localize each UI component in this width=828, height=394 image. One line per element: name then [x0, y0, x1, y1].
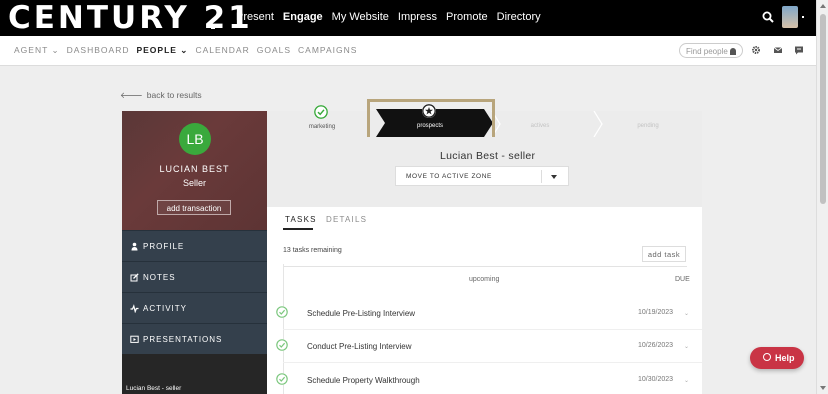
add-transaction-button[interactable]: add transaction: [157, 200, 231, 215]
nav-calendar[interactable]: CALENDAR: [195, 45, 249, 56]
chevron-down-icon[interactable]: ⌄: [684, 310, 689, 317]
sidebar-item-label: ACTIVITY: [143, 304, 188, 313]
top-nav-promote[interactable]: Promote: [446, 11, 488, 23]
chat-bubble-icon: [763, 353, 771, 361]
arrow-left-icon: 🡐: [120, 90, 143, 100]
profile-header: LB LUCIAN BEST Seller add transaction: [122, 111, 267, 230]
tasks-remaining-count: 13 tasks remaining: [283, 247, 342, 254]
caret-down-icon[interactable]: [551, 175, 557, 179]
sidebar-footer: Lucian Best - seller: [122, 354, 267, 394]
move-zone-label: MOVE TO ACTIVE ZONE: [406, 173, 492, 180]
sidebar-item-activity[interactable]: ACTIVITY: [122, 292, 267, 323]
sidebar-item-label: NOTES: [143, 273, 176, 282]
back-link-label: back to results: [146, 90, 202, 100]
sidebar-item-profile[interactable]: PROFILE: [122, 230, 267, 261]
nav-campaigns[interactable]: CAMPAIGNS: [298, 45, 357, 56]
help-button-label: Help: [775, 353, 795, 363]
nav-dashboard[interactable]: DASHBOARD: [67, 45, 130, 56]
chat-icon[interactable]: [794, 45, 804, 55]
person-icon: [730, 48, 736, 55]
mail-icon[interactable]: [773, 45, 783, 55]
pipeline-step-actives[interactable]: actives: [510, 123, 570, 129]
sidebar-item-presentations[interactable]: PRESENTATIONS: [122, 323, 267, 354]
tasks-group-upcoming: upcoming: [469, 276, 500, 283]
check-circle-icon: [314, 105, 328, 119]
move-zone-select[interactable]: MOVE TO ACTIVE ZONE: [395, 166, 569, 186]
nav-goals[interactable]: GOALS: [257, 45, 291, 56]
task-due-date: 10/19/2023: [638, 309, 674, 316]
edit-icon: [130, 273, 139, 282]
nav-people[interactable]: PEOPLE ⌄: [136, 45, 188, 56]
contact-role: Seller: [182, 178, 206, 188]
person-icon: [131, 242, 138, 251]
find-people-input[interactable]: Find people: [679, 43, 743, 58]
user-menu-dot[interactable]: [802, 16, 804, 18]
gear-icon[interactable]: [751, 45, 761, 55]
sidebar-item-label: PRESENTATIONS: [143, 335, 223, 344]
top-nav-impress[interactable]: Impress: [398, 11, 437, 23]
scroll-thumb[interactable]: [820, 14, 826, 204]
pipeline-step-marketing[interactable]: marketing: [292, 124, 352, 130]
help-button[interactable]: Help: [750, 347, 804, 369]
top-bar: CENTURY 21 Present Engage My Website Imp…: [0, 0, 816, 36]
task-name[interactable]: Schedule Pre-Listing Interview: [307, 309, 415, 318]
pipeline-step-pending[interactable]: pending: [618, 123, 678, 129]
search-icon[interactable]: [762, 11, 774, 23]
top-nav-engage[interactable]: Engage: [283, 11, 323, 23]
activity-icon: [130, 304, 139, 313]
find-people-placeholder: Find people: [686, 47, 728, 56]
sidebar-item-label: PROFILE: [143, 242, 185, 251]
logo-dot: [211, 25, 215, 29]
task-row-divider: [283, 362, 702, 363]
top-nav-directory[interactable]: Directory: [497, 11, 541, 23]
tab-tasks[interactable]: TASKS: [285, 215, 317, 224]
sidebar-footer-label: Lucian Best - seller: [126, 385, 182, 392]
scroll-up-arrow[interactable]: [820, 4, 826, 8]
top-nav-present[interactable]: Present: [236, 11, 274, 23]
contact-name: LUCIAN BEST: [159, 164, 230, 174]
task-row-divider: [283, 329, 702, 330]
sidebar-item-notes[interactable]: NOTES: [122, 261, 267, 292]
contact-title: Lucian Best - seller: [440, 150, 536, 162]
due-column-header: DUE: [675, 276, 690, 283]
task-check-icon[interactable]: [276, 306, 288, 318]
back-to-results-link[interactable]: 🡐 back to results: [120, 90, 202, 101]
top-nav: Present Engage My Website Impress Promot…: [236, 11, 550, 23]
user-avatar[interactable]: [782, 6, 798, 28]
task-due-date: 10/30/2023: [638, 376, 674, 383]
select-divider: [541, 170, 542, 183]
task-check-icon[interactable]: [276, 339, 288, 351]
tab-details[interactable]: DETAILS: [326, 215, 367, 224]
task-check-icon[interactable]: [276, 373, 288, 385]
contact-initials-avatar: LB: [179, 123, 211, 155]
task-row[interactable]: Schedule Property Walkthrough 10/30/2023…: [276, 373, 702, 387]
task-row[interactable]: Schedule Pre-Listing Interview 10/19/202…: [276, 306, 702, 320]
top-nav-my-website[interactable]: My Website: [332, 11, 389, 23]
add-task-button[interactable]: add task: [642, 246, 686, 262]
chevron-down-icon[interactable]: ⌄: [684, 377, 689, 384]
century21-logo[interactable]: CENTURY 21: [8, 1, 253, 35]
chevron-down-icon[interactable]: ⌄: [684, 343, 689, 350]
active-tab-underline: [283, 228, 313, 230]
scroll-down-arrow[interactable]: [820, 386, 826, 390]
tasks-divider: [283, 266, 687, 267]
page-scrollbar[interactable]: [816, 0, 828, 394]
task-due-date: 10/26/2023: [638, 342, 674, 349]
contact-sidebar: LB LUCIAN BEST Seller add transaction PR…: [122, 111, 267, 394]
nav-agent[interactable]: AGENT ⌄: [14, 45, 60, 56]
task-name[interactable]: Conduct Pre-Listing Interview: [307, 342, 412, 351]
task-name[interactable]: Schedule Property Walkthrough: [307, 376, 420, 385]
presentation-icon: [130, 335, 139, 343]
task-row[interactable]: Conduct Pre-Listing Interview 10/26/2023…: [276, 339, 702, 353]
